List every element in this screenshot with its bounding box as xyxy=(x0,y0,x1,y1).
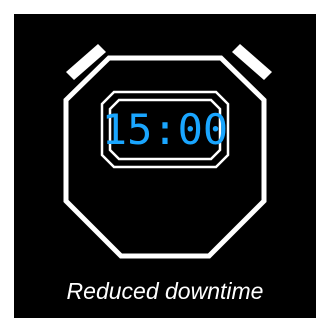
stopwatch-icon xyxy=(63,44,272,259)
feature-card: 15:00 Reduced downtime xyxy=(14,14,316,318)
feature-caption: Reduced downtime xyxy=(66,278,264,304)
stopwatch-time-display: 15:00 xyxy=(101,105,229,154)
